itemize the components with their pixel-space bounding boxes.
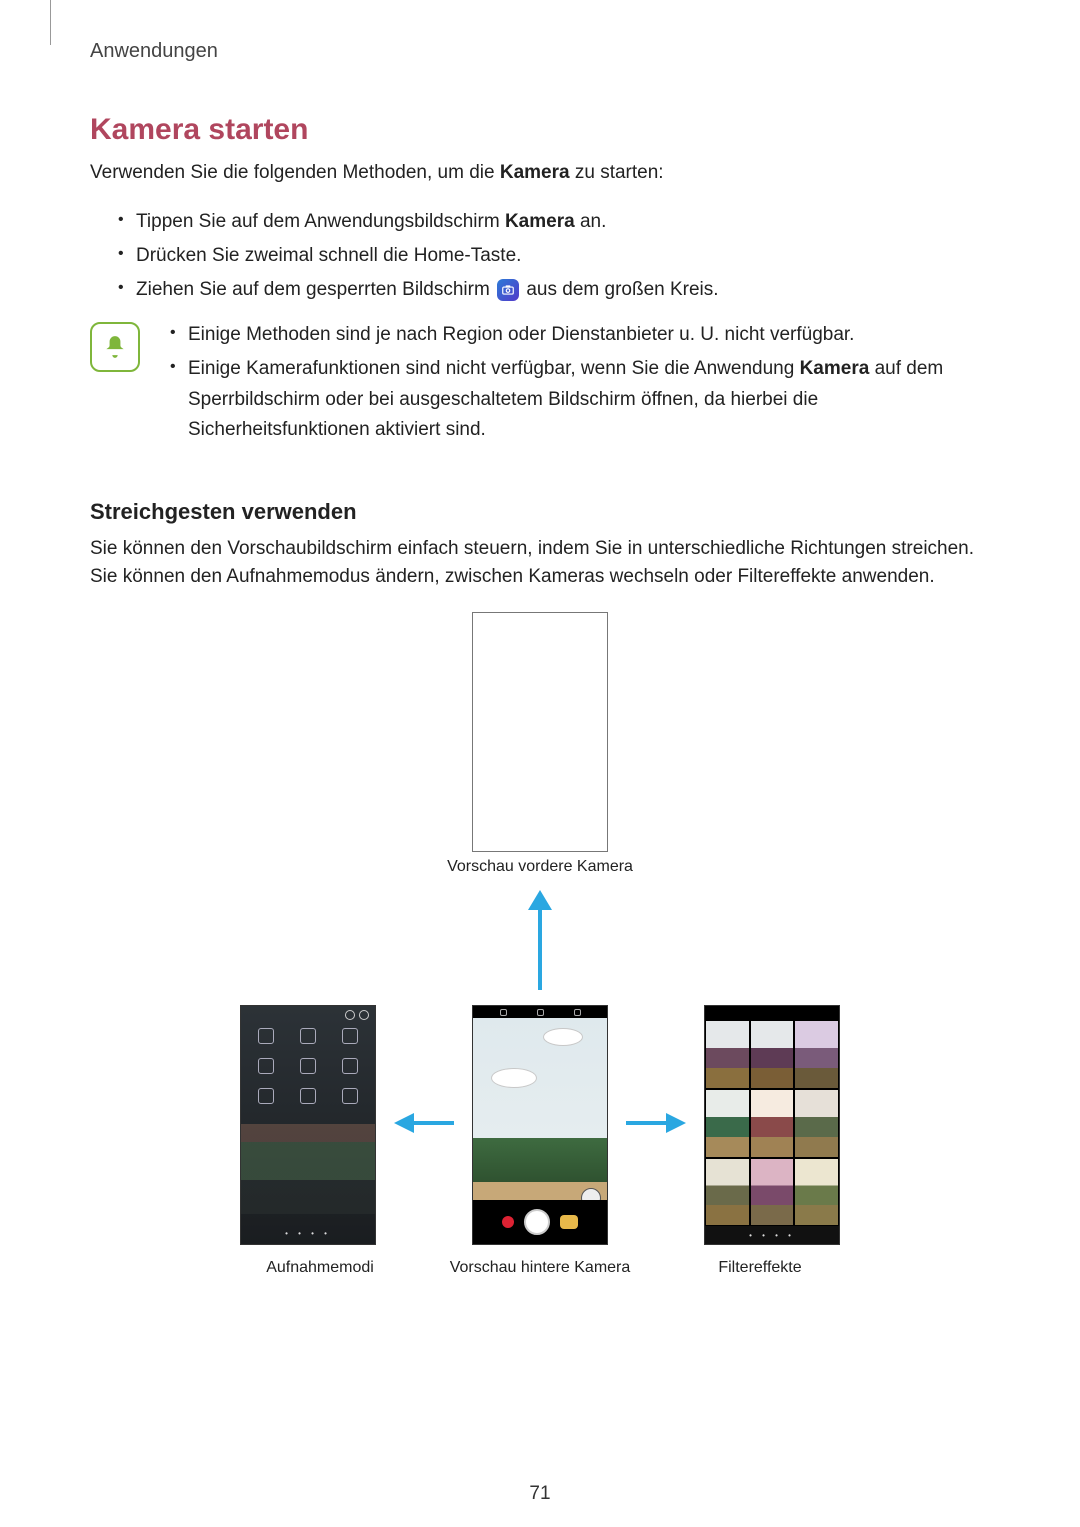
modes-grid [241, 1006, 375, 1106]
li1-post: an. [575, 211, 607, 232]
intro-text-post: zu starten: [570, 162, 664, 183]
swipe-diagram: Vorschau vordere Kamera • • • • [160, 612, 920, 1277]
note-bell-icon [90, 322, 140, 372]
arrow-right-icon [626, 1108, 686, 1143]
breadcrumb: Anwendungen [90, 40, 990, 63]
page-dots-icon: • • • • [241, 1229, 375, 1238]
arrow-left-icon [394, 1108, 454, 1143]
intro-paragraph: Verwenden Sie die folgenden Methoden, um… [90, 159, 990, 187]
filter-effects-screenshot: • • • • [704, 1005, 840, 1245]
modes-background-image [241, 1124, 375, 1214]
page-dots-icon: • • • • [705, 1231, 839, 1240]
n2-bold: Kamera [800, 358, 870, 379]
list-item: Einige Kamerafunktionen sind nicht verfü… [160, 354, 990, 445]
n2-pre: Einige Kamerafunktionen sind nicht verfü… [188, 358, 800, 379]
method-list: Tippen Sie auf dem Anwendungsbildschirm … [90, 207, 990, 306]
caption-filters: Filtereffekte [650, 1259, 870, 1277]
camera-topbar [473, 1006, 607, 1018]
section-title: Kamera starten [90, 113, 990, 147]
note-block: Einige Methoden sind je nach Region oder… [90, 320, 990, 464]
record-button-icon [502, 1216, 514, 1228]
front-camera-preview-placeholder [472, 612, 608, 852]
li3-post: aus dem großen Kreis. [526, 279, 718, 300]
caption-front-preview: Vorschau vordere Kamera [160, 858, 920, 876]
li1-bold: Kamera [505, 211, 575, 232]
gallery-chip-icon [560, 1215, 578, 1229]
intro-text-pre: Verwenden Sie die folgenden Methoden, um… [90, 162, 500, 183]
li1-pre: Tippen Sie auf dem Anwendungsbildschirm [136, 211, 505, 232]
shooting-modes-screenshot: • • • • [240, 1005, 376, 1245]
caption-modes: Aufnahmemodi [210, 1259, 430, 1277]
rear-camera-preview-screenshot [472, 1005, 608, 1245]
shutter-button-icon [524, 1209, 550, 1235]
list-item: Ziehen Sie auf dem gesperrten Bildschirm… [90, 275, 990, 305]
li3-pre: Ziehen Sie auf dem gesperrten Bildschirm [136, 279, 495, 300]
arrow-up-icon [520, 890, 560, 995]
top-edge-marker [50, 0, 51, 45]
modes-topbar-icons [345, 1010, 369, 1020]
note-list: Einige Methoden sind je nach Region oder… [160, 320, 990, 450]
camera-icon [497, 279, 519, 301]
camera-bottom-bar [473, 1200, 607, 1244]
body-paragraph: Sie können den Vorschaubildschirm einfac… [90, 535, 990, 590]
list-item: Einige Methoden sind je nach Region oder… [160, 320, 990, 350]
page-number: 71 [0, 1483, 1080, 1505]
intro-bold: Kamera [500, 162, 570, 183]
list-item: Drücken Sie zweimal schnell die Home-Tas… [90, 241, 990, 271]
caption-rear-preview: Vorschau hintere Kamera [430, 1259, 650, 1277]
list-item: Tippen Sie auf dem Anwendungsbildschirm … [90, 207, 990, 237]
subsection-title: Streichgesten verwenden [90, 499, 990, 525]
